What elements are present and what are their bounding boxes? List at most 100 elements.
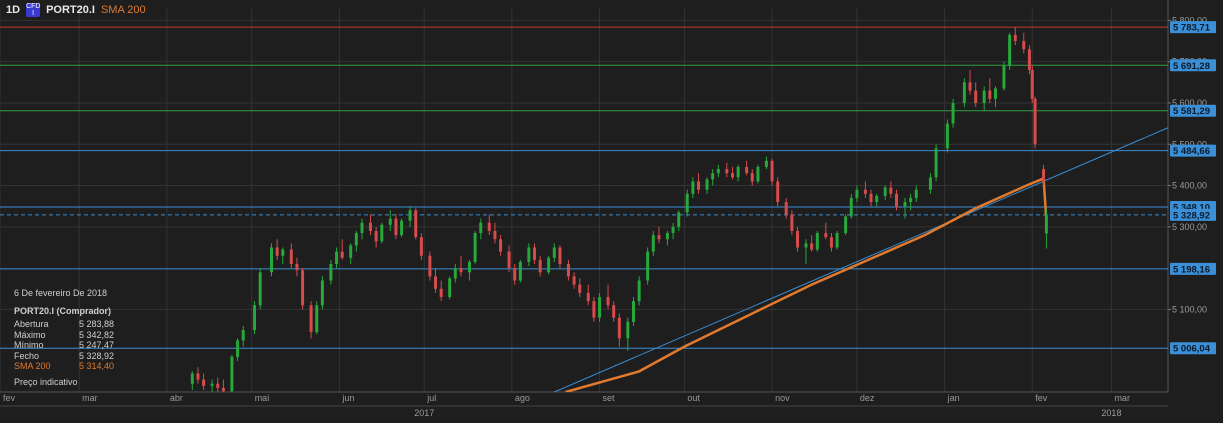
- candle-body: [479, 222, 483, 234]
- candle-body: [467, 261, 471, 273]
- x-month-label: ago: [515, 393, 530, 403]
- candle-body: [716, 169, 720, 174]
- x-month-label: dez: [860, 393, 875, 403]
- candle-body: [473, 233, 477, 262]
- candle-body: [538, 259, 542, 273]
- candle-body: [578, 284, 582, 293]
- candle-body: [221, 387, 225, 392]
- candle-body: [869, 193, 873, 203]
- candle-body: [993, 88, 997, 99]
- candle-body: [824, 233, 828, 238]
- indicator-label[interactable]: SMA 200: [101, 4, 146, 16]
- candle-body: [572, 276, 576, 285]
- candle-body: [453, 268, 457, 279]
- candle-body: [776, 181, 780, 203]
- candle-body: [1027, 49, 1031, 70]
- price-tag-label: 5 691,28: [1173, 61, 1210, 72]
- y-tick-label: 5 300,00: [1172, 222, 1207, 232]
- x-month-label: fev: [3, 393, 16, 403]
- x-month-label: set: [603, 393, 616, 403]
- candle-body: [796, 230, 800, 248]
- candle-body: [507, 251, 511, 269]
- candle-body: [756, 166, 760, 182]
- candle-body: [790, 214, 794, 231]
- candle-body: [241, 330, 245, 341]
- candle-body: [547, 257, 551, 273]
- candle-body: [646, 251, 650, 281]
- candle-body: [320, 280, 324, 306]
- candle-body: [883, 187, 887, 196]
- x-month-label: out: [687, 393, 700, 403]
- candle-body: [849, 197, 853, 217]
- price-tag-label: 5 783,71: [1173, 23, 1211, 34]
- candle-body: [527, 247, 531, 262]
- candle-body: [419, 237, 423, 256]
- timeframe-label[interactable]: 1D: [6, 4, 20, 16]
- candle-body: [745, 166, 749, 174]
- candle-body: [309, 305, 313, 333]
- plot-area: [0, 26, 1168, 392]
- y-tick-label: 5 400,00: [1172, 181, 1207, 191]
- price-tag-label: 5 328,92: [1173, 210, 1210, 221]
- candle-body: [725, 169, 729, 174]
- price-tag-label: 5 198,16: [1173, 264, 1210, 275]
- x-year-label: 2018: [1101, 408, 1121, 418]
- candle-body: [1002, 65, 1006, 89]
- candle-body: [434, 276, 438, 289]
- candle-body: [829, 237, 833, 248]
- candle-body: [637, 280, 641, 302]
- candle-body: [552, 247, 556, 258]
- x-month-label: jun: [341, 393, 354, 403]
- candle-body: [914, 189, 918, 198]
- ohlc-info-panel: 6 De fevereiro De 2018 PORT20.I (Comprad…: [14, 288, 114, 387]
- candle-body: [1044, 214, 1048, 234]
- x-month-label: abr: [170, 393, 183, 403]
- candle-body: [281, 249, 285, 256]
- candle-body: [335, 251, 339, 264]
- x-year-label: 2017: [414, 408, 434, 418]
- x-month-label: jan: [947, 393, 960, 403]
- price-tag-label: 5 581,29: [1173, 106, 1210, 117]
- candle-body: [408, 210, 412, 221]
- candle-body: [903, 202, 907, 207]
- candle-body: [855, 189, 859, 198]
- candle-body: [400, 220, 404, 236]
- candle-body: [844, 216, 848, 234]
- x-month-label: mar: [82, 393, 98, 403]
- candle-body: [617, 317, 621, 339]
- candle-body: [258, 272, 262, 306]
- candle-body: [889, 187, 893, 194]
- candle-body: [275, 247, 279, 256]
- candle-body: [1008, 34, 1012, 66]
- chart-canvas[interactable]: 5 800,005 700,005 600,005 500,005 400,00…: [0, 0, 1223, 423]
- candle-body: [253, 305, 257, 331]
- candle-body: [705, 179, 709, 190]
- candle-body: [586, 292, 590, 302]
- candle-body: [657, 235, 661, 240]
- info-row-low: Mínimo 5 247,47: [14, 340, 114, 350]
- candle-body: [691, 181, 695, 194]
- candle-body: [612, 305, 616, 318]
- candle-body: [804, 243, 808, 248]
- candle-body: [631, 301, 635, 322]
- candle-body: [934, 148, 938, 178]
- candle-body: [329, 264, 333, 281]
- candle-body: [1042, 169, 1046, 182]
- info-note: Preço indicativo: [14, 376, 78, 387]
- candle-body: [196, 373, 200, 380]
- candle-body: [374, 230, 378, 242]
- candle-body: [439, 288, 443, 298]
- candle-body: [513, 268, 517, 281]
- candle-body: [518, 261, 522, 281]
- candle-body: [448, 278, 452, 298]
- x-month-label: mar: [1114, 393, 1130, 403]
- symbol-label[interactable]: PORT20.I: [46, 4, 95, 16]
- candle-body: [697, 181, 701, 190]
- candle-body: [626, 321, 630, 339]
- info-date: 6 De fevereiro De 2018: [14, 288, 108, 298]
- candle-body: [414, 210, 418, 238]
- candle-body: [815, 233, 819, 250]
- candle-body: [190, 373, 194, 384]
- info-row-open: Abertura 5 283,88: [14, 319, 114, 329]
- candle-body: [895, 193, 899, 207]
